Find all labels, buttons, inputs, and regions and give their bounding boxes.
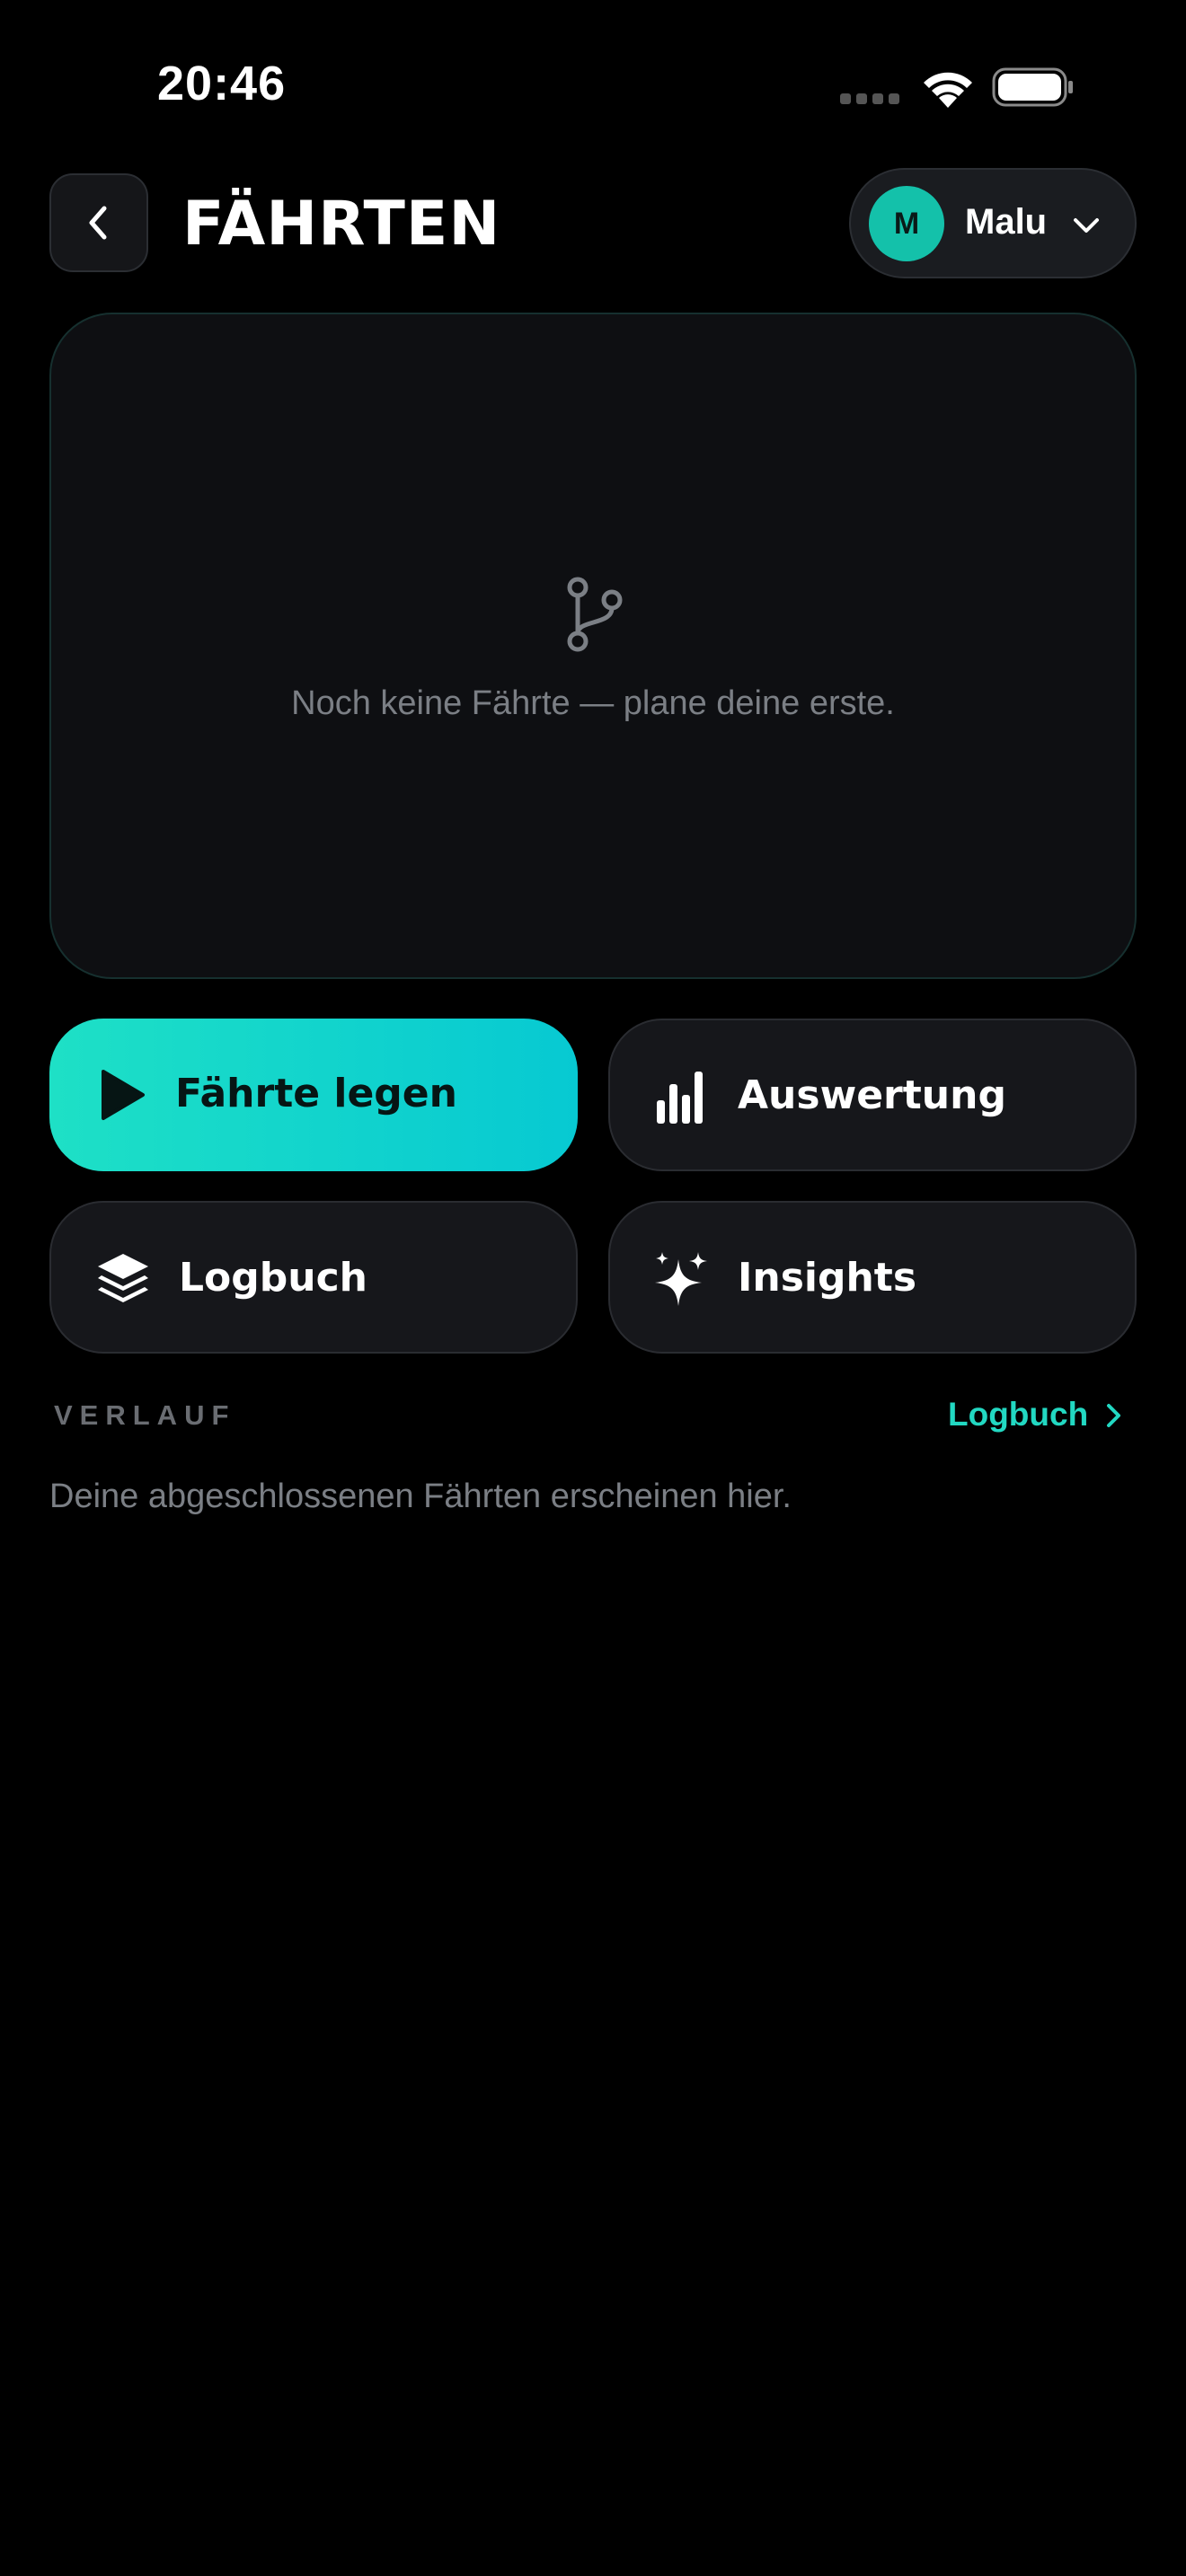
lay-trail-label: Fährte legen [175,1071,457,1116]
bar-chart-icon [657,1072,703,1124]
wifi-icon [924,72,972,108]
back-button[interactable] [49,173,148,272]
sparkles-icon [655,1252,707,1306]
avatar: M [869,186,944,261]
layers-icon [98,1254,148,1302]
history-empty-text: Deine abgeschlossenen Fährten erscheinen… [49,1478,792,1515]
analysis-label: Auswertung [738,1072,1006,1118]
cellular-signal-icon [840,93,903,104]
logbook-label: Logbuch [179,1255,367,1301]
chevron-right-icon[interactable] [1102,1400,1127,1431]
trail-map-card[interactable]: Noch keine Fährte — plane deine erste. [49,313,1137,979]
chevron-left-icon [89,206,107,240]
logbook-button[interactable]: Logbuch [49,1201,578,1354]
play-icon [102,1070,145,1120]
git-branch-icon [567,577,623,652]
map-empty-text: Noch keine Fährte — plane deine erste. [291,684,895,722]
page-title: FÄHRTEN [182,189,501,260]
logbook-link[interactable]: Logbuch [948,1396,1088,1434]
analysis-button[interactable]: Auswertung [608,1019,1137,1171]
chevron-down-icon [1074,218,1099,233]
lay-trail-button[interactable]: Fährte legen [49,1019,578,1171]
profile-name: Malu [965,202,1048,242]
insights-button[interactable]: Insights [608,1201,1137,1354]
status-time: 20:46 [157,57,287,110]
battery-icon [992,67,1073,107]
insights-label: Insights [738,1255,917,1301]
history-section-label: VERLAUF [54,1399,236,1431]
profile-switcher-button[interactable]: M Malu [849,168,1137,278]
